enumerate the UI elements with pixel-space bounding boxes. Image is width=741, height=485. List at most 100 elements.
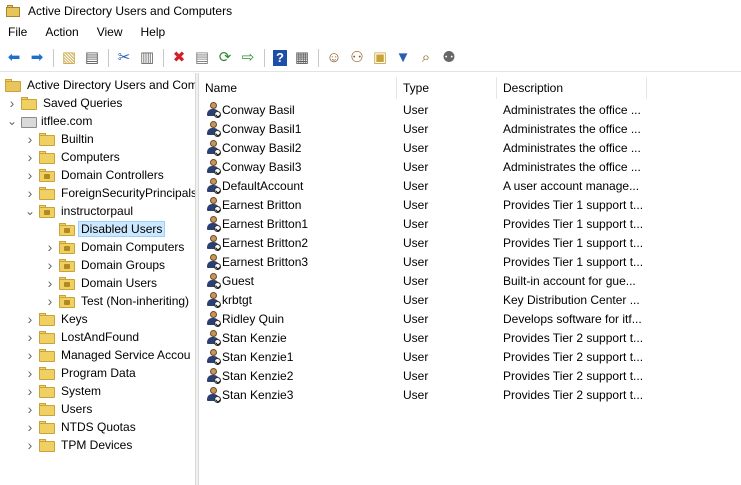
find-icon[interactable]: ⌕ <box>415 47 437 69</box>
tree-domain-controllers[interactable]: › Domain Controllers <box>24 166 166 184</box>
table-row[interactable]: Earnest Britton1 User Provides Tier 1 supp… <box>199 214 741 233</box>
cell-type: User <box>403 330 429 345</box>
table-row[interactable]: Earnest Britton User Provides Tier 1 suppo… <box>199 195 741 214</box>
column-type[interactable]: Type <box>397 77 497 99</box>
disabled-user-icon <box>206 349 222 365</box>
chevron-right-icon[interactable]: › <box>24 364 36 382</box>
chevron-right-icon[interactable]: › <box>24 328 36 346</box>
cell-type: User <box>403 254 429 269</box>
forward-arrow-icon[interactable]: ➡ <box>26 47 48 69</box>
tree-domain-groups[interactable]: › Domain Groups <box>44 256 167 274</box>
tree-instructorpaul[interactable]: ⌄ instructorpaul <box>24 202 135 220</box>
properties-icon[interactable]: ▤ <box>191 47 213 69</box>
chevron-right-icon[interactable]: › <box>44 256 56 274</box>
menu-action[interactable]: Action <box>36 22 87 43</box>
chevron-right-icon[interactable]: › <box>24 382 36 400</box>
cell-description: A user account manage... <box>503 178 640 193</box>
new-ou-icon[interactable]: ▣ <box>369 47 391 69</box>
table-row[interactable]: Stan Kenzie User Provides Tier 2 support t… <box>199 328 741 347</box>
table-row[interactable]: Ridley Quin User Develops software for itf… <box>199 309 741 328</box>
action-pane-icon[interactable]: ▦ <box>291 47 313 69</box>
tree-domain-users[interactable]: › Domain Users <box>44 274 159 292</box>
ou-folder-icon <box>39 204 55 218</box>
chevron-right-icon[interactable]: › <box>24 400 36 418</box>
folder-icon <box>21 96 37 110</box>
chevron-down-icon[interactable]: ⌄ <box>6 112 18 130</box>
tree-domain[interactable]: ⌄ itflee.com <box>6 112 94 130</box>
table-row[interactable]: Conway Basil2 User Administrates the offic… <box>199 138 741 157</box>
tree-domain-computers[interactable]: › Domain Computers <box>44 238 186 256</box>
refresh-icon[interactable]: ⟳ <box>214 47 236 69</box>
help-icon[interactable]: ? <box>273 49 287 66</box>
cell-name: Earnest Britton3 <box>222 254 309 269</box>
tree-managed-service-accounts[interactable]: › Managed Service Accou <box>24 346 192 364</box>
tree-computers[interactable]: › Computers <box>24 148 122 166</box>
clipboard-icon[interactable]: ▥ <box>136 47 158 69</box>
tree-root[interactable]: Active Directory Users and Com <box>0 76 195 94</box>
table-row[interactable]: Stan Kenzie1 User Provides Tier 2 support … <box>199 347 741 366</box>
table-row[interactable]: Stan Kenzie3 User Provides Tier 2 support … <box>199 385 741 404</box>
filter-icon[interactable]: ▼ <box>392 47 414 69</box>
tree-saved-queries[interactable]: › Saved Queries <box>6 94 124 112</box>
menu-file[interactable]: File <box>0 22 36 43</box>
folder-icon <box>39 132 55 146</box>
tree-users[interactable]: › Users <box>24 400 94 418</box>
cut-icon[interactable]: ✂ <box>113 47 135 69</box>
chevron-down-icon[interactable]: ⌄ <box>24 202 36 220</box>
tree-system[interactable]: › System <box>24 382 103 400</box>
menu-help[interactable]: Help <box>132 22 175 43</box>
table-row[interactable]: Conway Basil3 User Administrates the offic… <box>199 157 741 176</box>
tree-disabled-users[interactable]: Disabled Users <box>44 220 166 238</box>
tree-foreign-security-principals[interactable]: › ForeignSecurityPrincipals <box>24 184 195 202</box>
menu-view[interactable]: View <box>88 22 132 43</box>
new-user-icon[interactable]: ☺ <box>323 47 345 69</box>
table-row[interactable]: Conway Basil1 User Administrates the offic… <box>199 119 741 138</box>
chevron-right-icon[interactable]: › <box>44 238 56 256</box>
ou-folder-icon <box>59 276 75 290</box>
cell-type: User <box>403 216 429 231</box>
tree-tpm-devices[interactable]: › TPM Devices <box>24 436 134 454</box>
chevron-right-icon[interactable]: › <box>24 166 36 184</box>
ou-folder-icon <box>59 222 75 236</box>
cell-description: Provides Tier 1 support t... <box>503 235 644 250</box>
cell-name: Earnest Britton1 <box>222 216 309 231</box>
tree-builtin[interactable]: › Builtin <box>24 130 96 148</box>
show-tree-icon[interactable]: ▤ <box>81 47 103 69</box>
tree-item-label: Test (Non-inheriting) <box>81 294 190 308</box>
table-row[interactable]: DefaultAccount User A user account manage.… <box>199 176 741 195</box>
column-name[interactable]: Name <box>199 77 397 99</box>
table-row[interactable]: Conway Basil User Administrates the office… <box>199 100 741 119</box>
add-to-group-icon[interactable]: ⚉ <box>438 47 460 69</box>
delete-icon[interactable]: ✖ <box>168 47 190 69</box>
chevron-right-icon[interactable]: › <box>24 184 36 202</box>
new-group-icon[interactable]: ⚇ <box>346 47 368 69</box>
table-row[interactable]: Stan Kenzie2 User Provides Tier 2 support … <box>199 366 741 385</box>
table-row[interactable]: Guest User Built-in account for gue... <box>199 271 741 290</box>
chevron-right-icon[interactable]: › <box>24 130 36 148</box>
chevron-right-icon[interactable]: › <box>24 346 36 364</box>
chevron-right-icon[interactable]: › <box>24 418 36 436</box>
folder-icon <box>39 348 55 362</box>
tree-keys[interactable]: › Keys <box>24 310 90 328</box>
chevron-right-icon[interactable]: › <box>24 148 36 166</box>
chevron-right-icon[interactable]: › <box>44 274 56 292</box>
chevron-right-icon[interactable]: › <box>24 436 36 454</box>
tree-ntds-quotas[interactable]: › NTDS Quotas <box>24 418 138 436</box>
table-row[interactable]: krbtgt User Key Distribution Center ... <box>199 290 741 309</box>
chevron-right-icon[interactable]: › <box>24 310 36 328</box>
chevron-right-icon[interactable]: › <box>44 292 56 310</box>
column-description[interactable]: Description <box>497 77 647 99</box>
back-arrow-icon[interactable]: ⬅ <box>3 47 25 69</box>
chevron-right-icon[interactable]: › <box>6 94 18 112</box>
tree-test-non-inheriting[interactable]: › Test (Non-inheriting) <box>44 292 191 310</box>
up-folder-icon[interactable]: ▧ <box>58 47 80 69</box>
table-row[interactable]: Earnest Britton2 User Provides Tier 1 supp… <box>199 233 741 252</box>
tree-program-data[interactable]: › Program Data <box>24 364 138 382</box>
export-list-icon[interactable]: ⇨ <box>237 47 259 69</box>
table-row[interactable]: Earnest Britton3 User Provides Tier 1 supp… <box>199 252 741 271</box>
tree-item-label: ForeignSecurityPrincipals <box>61 186 195 200</box>
ou-folder-icon <box>59 294 75 308</box>
tree-lost-and-found[interactable]: › LostAndFound <box>24 328 141 346</box>
cell-name: Ridley Quin <box>222 311 285 326</box>
cell-name: Stan Kenzie3 <box>222 387 294 402</box>
